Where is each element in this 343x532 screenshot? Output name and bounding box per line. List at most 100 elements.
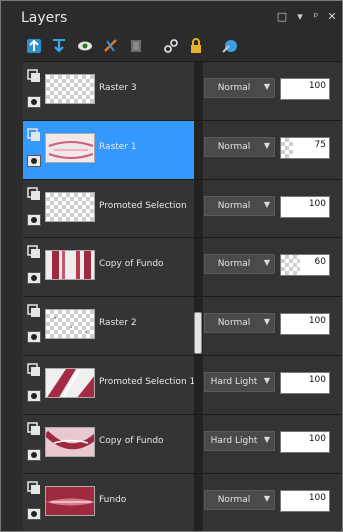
- visibility-toggle-icon[interactable]: [27, 507, 41, 520]
- visibility-icon[interactable]: [76, 37, 94, 55]
- blend-mode-dropdown[interactable]: Normal ▼: [204, 254, 275, 275]
- link-icon[interactable]: [162, 37, 180, 55]
- visibility-toggle-icon[interactable]: [27, 390, 41, 402]
- raster-layer-icon: [27, 362, 41, 376]
- opacity-slider[interactable]: 100: [280, 372, 330, 394]
- opacity-slider[interactable]: 60: [280, 254, 330, 277]
- layer-thumbnail: [45, 426, 95, 457]
- layer-thumbnail: [45, 132, 95, 163]
- layer-name-cell[interactable]: Copy of Fundo: [23, 238, 194, 297]
- blend-mode-dropdown[interactable]: Hard Light ▼: [204, 430, 275, 451]
- layer-row[interactable]: Raster 3 Normal ▼ 100: [23, 61, 342, 120]
- layer-name-cell[interactable]: Promoted Selection: [23, 179, 194, 238]
- blend-mode-value: Hard Light: [210, 435, 258, 446]
- layer-row[interactable]: Promoted Selection 1 Hard Light ▼ 100: [23, 355, 342, 414]
- opacity-slider[interactable]: 100: [280, 78, 330, 100]
- layer-thumbnail: [45, 191, 95, 222]
- blend-mode-value: Hard Light: [210, 377, 258, 387]
- chevron-down-icon: ▼: [263, 82, 270, 91]
- layer-name-cell[interactable]: Fundo: [23, 473, 194, 531]
- close-icon[interactable]: ✕: [325, 10, 339, 24]
- menu-icon[interactable]: ▾: [293, 10, 307, 24]
- blend-mode-dropdown[interactable]: Normal ▼: [204, 136, 275, 157]
- opacity-slider[interactable]: 75: [280, 136, 330, 159]
- layer-thumbnail: [45, 74, 95, 104]
- layer-name: Promoted Selection 1: [99, 377, 196, 387]
- layer-name: Promoted Selection: [99, 200, 187, 211]
- edit-mask-icon[interactable]: [102, 37, 120, 55]
- lock-icon[interactable]: [187, 37, 205, 55]
- raster-layer-icon: [27, 303, 41, 318]
- eye-dropper-icon[interactable]: [221, 37, 239, 55]
- layer-row[interactable]: Promoted Selection Normal ▼ 100: [23, 178, 342, 238]
- column-divider: [194, 473, 203, 531]
- blend-mode-dropdown[interactable]: Normal ▼: [204, 195, 275, 216]
- opacity-slider[interactable]: 100: [280, 430, 330, 453]
- column-divider: [194, 414, 203, 473]
- column-divider: [194, 62, 203, 120]
- blend-mode-dropdown[interactable]: Normal ▼: [204, 78, 275, 98]
- column-divider: [194, 238, 203, 297]
- raster-layer-icon: [27, 186, 41, 200]
- opacity-slider[interactable]: 100: [280, 489, 330, 512]
- visibility-toggle-icon[interactable]: [27, 213, 41, 226]
- layer-name-cell[interactable]: Promoted Selection 1: [23, 356, 196, 414]
- blend-mode-value: Normal: [217, 200, 251, 211]
- raster-layer-icon: [27, 421, 41, 435]
- layer-thumbnail: [45, 250, 95, 281]
- layer-row[interactable]: Fundo Normal ▼ 100: [23, 472, 342, 531]
- column-divider: [194, 179, 203, 238]
- opacity-value: 100: [308, 375, 326, 385]
- layer-name: Raster 3: [99, 83, 137, 93]
- opacity-value: 100: [308, 316, 326, 327]
- layer-name: Copy of Fundo: [99, 435, 164, 446]
- new-vector-layer-icon[interactable]: [50, 37, 68, 55]
- blend-mode-dropdown[interactable]: Normal ▼: [204, 313, 275, 334]
- new-raster-layer-icon[interactable]: [25, 37, 43, 55]
- opacity-slider[interactable]: 100: [280, 313, 330, 336]
- layer-row[interactable]: Raster 2 Normal ▼ 100: [23, 296, 342, 356]
- blend-mode-value: Normal: [217, 259, 251, 270]
- blend-mode-value: Normal: [217, 494, 251, 505]
- layer-name-cell[interactable]: Raster 2: [23, 297, 194, 356]
- layer-name-cell[interactable]: Raster 1: [23, 120, 194, 179]
- layer-name: Fundo: [99, 494, 127, 505]
- chevron-down-icon: ▼: [263, 493, 270, 503]
- layer-name-cell[interactable]: Copy of Fundo: [23, 414, 194, 473]
- visibility-toggle-icon[interactable]: [27, 331, 41, 344]
- layer-thumbnail: [45, 485, 95, 516]
- raster-layer-icon: [27, 127, 41, 141]
- opacity-value: 100: [308, 81, 326, 91]
- chevron-down-icon: ▼: [263, 258, 270, 268]
- opacity-slider[interactable]: 100: [280, 195, 330, 218]
- visibility-toggle-icon[interactable]: [27, 96, 41, 108]
- float-icon[interactable]: □: [275, 10, 289, 24]
- layer-name: Raster 1: [99, 141, 137, 152]
- blend-mode-dropdown[interactable]: Normal ▼: [204, 489, 275, 510]
- raster-layer-icon: [27, 68, 41, 82]
- visibility-toggle-icon[interactable]: [27, 154, 41, 167]
- splitter-handle[interactable]: [194, 312, 202, 354]
- blend-mode-value: Normal: [217, 83, 251, 93]
- visibility-toggle-icon[interactable]: [27, 448, 41, 461]
- blend-mode-dropdown[interactable]: Hard Light ▼: [204, 372, 275, 392]
- pin-icon[interactable]: ᵖ: [309, 10, 323, 24]
- visibility-toggle-icon[interactable]: [27, 272, 41, 285]
- palette-title: Layers: [21, 10, 68, 26]
- layer-row[interactable]: Copy of Fundo Hard Light ▼ 100: [23, 413, 342, 473]
- opacity-value: 100: [308, 492, 326, 503]
- layer-row[interactable]: Copy of Fundo Normal ▼ 60: [23, 237, 342, 297]
- opacity-value: 60: [314, 257, 326, 268]
- layers-list: Raster 3 Normal ▼ 100 Raster 1 Normal ▼ 75 Promo…: [23, 61, 342, 531]
- column-divider: [194, 120, 203, 179]
- titlebar: Layers □ ▾ ᵖ ✕: [1, 1, 342, 33]
- layer-properties-icon[interactable]: [127, 37, 145, 55]
- layers-toolbar: [1, 33, 342, 59]
- layer-name: Copy of Fundo: [99, 259, 164, 270]
- layer-row[interactable]: Raster 1 Normal ▼ 75: [23, 119, 342, 179]
- chevron-down-icon: ▼: [263, 434, 270, 444]
- layer-name-cell[interactable]: Raster 3: [23, 62, 194, 120]
- opacity-value: 100: [308, 433, 326, 444]
- opacity-value: 75: [314, 139, 326, 150]
- chevron-down-icon: ▼: [263, 199, 270, 209]
